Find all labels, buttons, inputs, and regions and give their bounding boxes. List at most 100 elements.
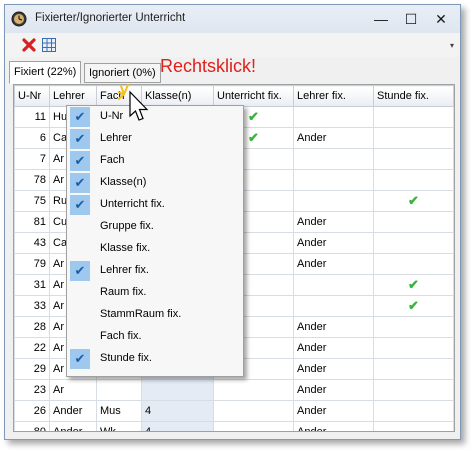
mouse-cursor-click-icon (118, 84, 149, 121)
tab-fixiert[interactable]: Fixiert (22%) (9, 61, 82, 84)
cell-lehrer-fix[interactable] (293, 169, 374, 191)
menu-item-label: Stunde fix. (100, 352, 152, 364)
cell-stunde-fix[interactable]: ✔ (373, 295, 454, 317)
cell-unr[interactable]: 7 (14, 148, 50, 170)
cell-stunde-fix[interactable] (373, 379, 454, 401)
col-header-lehrer-fix[interactable]: Lehrer fix. (293, 85, 374, 107)
cell-lehrer-fix[interactable] (293, 106, 374, 128)
cell-lehrer-fix[interactable]: Ander (293, 127, 374, 149)
minimize-button[interactable]: — (370, 9, 392, 29)
cell-fach[interactable]: Wk (96, 421, 142, 431)
cell-unr[interactable]: 81 (14, 211, 50, 233)
cell-stunde-fix[interactable] (373, 232, 454, 254)
cell-lehrer[interactable]: Ander (49, 400, 97, 422)
close-button[interactable]: ✕ (430, 9, 452, 29)
menu-item[interactable]: Gruppe fix. (67, 216, 243, 238)
cell-lehrer-fix[interactable]: Ander (293, 232, 374, 254)
cell-unr[interactable]: 6 (14, 127, 50, 149)
cell-klasse[interactable]: 4 (141, 400, 214, 422)
check-icon: ✔ (408, 193, 419, 208)
cell-stunde-fix[interactable] (373, 400, 454, 422)
menu-item[interactable]: Klasse fix. (67, 238, 243, 260)
cell-unr[interactable]: 75 (14, 190, 50, 212)
cell-lehrer-fix[interactable] (293, 148, 374, 170)
title-bar: Fixierter/Ignorierter Unterricht — ☐ ✕ (5, 5, 460, 33)
menu-item[interactable]: ✔ Fach (67, 150, 243, 172)
cell-stunde-fix[interactable] (373, 358, 454, 380)
grid-add-icon[interactable] (41, 37, 57, 53)
cell-unr[interactable]: 33 (14, 295, 50, 317)
menu-item[interactable]: StammRaum fix. (67, 304, 243, 326)
cell-unterricht-fix[interactable] (213, 379, 294, 401)
toolbar-overflow-chevron-icon[interactable]: ▾ (450, 41, 454, 50)
cell-lehrer-fix[interactable]: Ander (293, 337, 374, 359)
cell-stunde-fix[interactable] (373, 211, 454, 233)
check-icon: ✔ (408, 298, 419, 313)
cell-klasse[interactable]: 4 (141, 421, 214, 431)
cell-fach[interactable] (96, 379, 142, 401)
col-header-lehrer[interactable]: Lehrer (49, 85, 97, 107)
col-header-stunde-fix[interactable]: Stunde fix. (373, 85, 454, 107)
menu-item-label: Fach fix. (100, 330, 142, 342)
grid-header-row: U-Nr Lehrer Fach Klasse(n) Unterricht fi… (14, 85, 454, 107)
cell-unr[interactable]: 29 (14, 358, 50, 380)
cell-lehrer-fix[interactable]: Ander (293, 211, 374, 233)
cell-lehrer-fix[interactable] (293, 274, 374, 296)
menu-item[interactable]: ✔ Stunde fix. (67, 348, 243, 370)
cell-lehrer-fix[interactable]: Ander (293, 358, 374, 380)
cell-lehrer-fix[interactable]: Ander (293, 421, 374, 431)
cell-unterricht-fix[interactable] (213, 400, 294, 422)
cell-stunde-fix[interactable]: ✔ (373, 274, 454, 296)
menu-item[interactable]: ✔ Klasse(n) (67, 172, 243, 194)
cell-stunde-fix[interactable] (373, 106, 454, 128)
cell-stunde-fix[interactable] (373, 316, 454, 338)
cell-unr[interactable]: 28 (14, 316, 50, 338)
cell-stunde-fix[interactable]: ✔ (373, 190, 454, 212)
menu-item[interactable]: Raum fix. (67, 282, 243, 304)
cell-unr[interactable]: 22 (14, 337, 50, 359)
cell-stunde-fix[interactable] (373, 337, 454, 359)
cell-klasse[interactable] (141, 379, 214, 401)
menu-item[interactable]: ✔ Unterricht fix. (67, 194, 243, 216)
maximize-button[interactable]: ☐ (400, 9, 422, 29)
cell-fach[interactable]: Mus (96, 400, 142, 422)
cell-lehrer[interactable]: Ar (49, 379, 97, 401)
table-row[interactable]: 80 Ander Wk 4 Ander (14, 421, 454, 431)
col-header-unterricht-fix[interactable]: Unterricht fix. (213, 85, 294, 107)
menu-item-label: Fach (100, 154, 125, 166)
col-header-unr[interactable]: U-Nr (14, 85, 50, 107)
tab-ignoriert[interactable]: Ignoriert (0%) (84, 63, 161, 83)
cell-lehrer-fix[interactable]: Ander (293, 400, 374, 422)
menu-item-label: Gruppe fix. (100, 220, 154, 232)
cell-unterricht-fix[interactable] (213, 421, 294, 431)
cell-stunde-fix[interactable] (373, 127, 454, 149)
menu-item[interactable]: Fach fix. (67, 326, 243, 348)
cell-lehrer-fix[interactable]: Ander (293, 316, 374, 338)
menu-item[interactable]: ✔ Lehrer fix. (67, 260, 243, 282)
cell-lehrer-fix[interactable]: Ander (293, 253, 374, 275)
menu-check-icon: ✔ (70, 195, 90, 215)
cell-unr[interactable]: 23 (14, 379, 50, 401)
app-clock-icon (11, 11, 27, 27)
table-row[interactable]: 23 Ar Ander (14, 379, 454, 401)
cell-stunde-fix[interactable] (373, 421, 454, 431)
cell-unr[interactable]: 43 (14, 232, 50, 254)
menu-item-label: Lehrer fix. (100, 264, 149, 276)
cell-stunde-fix[interactable] (373, 253, 454, 275)
cell-lehrer[interactable]: Ander (49, 421, 97, 431)
cell-lehrer-fix[interactable]: Ander (293, 379, 374, 401)
cell-unr[interactable]: 11 (14, 106, 50, 128)
cell-unr[interactable]: 80 (14, 421, 50, 431)
cell-unr[interactable]: 31 (14, 274, 50, 296)
cell-lehrer-fix[interactable] (293, 190, 374, 212)
table-row[interactable]: 26 Ander Mus 4 Ander (14, 400, 454, 422)
menu-check-icon: ✔ (70, 173, 90, 193)
cell-unr[interactable]: 79 (14, 253, 50, 275)
menu-item[interactable]: ✔ Lehrer (67, 128, 243, 150)
cell-unr[interactable]: 26 (14, 400, 50, 422)
cell-unr[interactable]: 78 (14, 169, 50, 191)
cell-stunde-fix[interactable] (373, 148, 454, 170)
cell-stunde-fix[interactable] (373, 169, 454, 191)
cell-lehrer-fix[interactable] (293, 295, 374, 317)
delete-x-icon[interactable] (21, 37, 37, 53)
